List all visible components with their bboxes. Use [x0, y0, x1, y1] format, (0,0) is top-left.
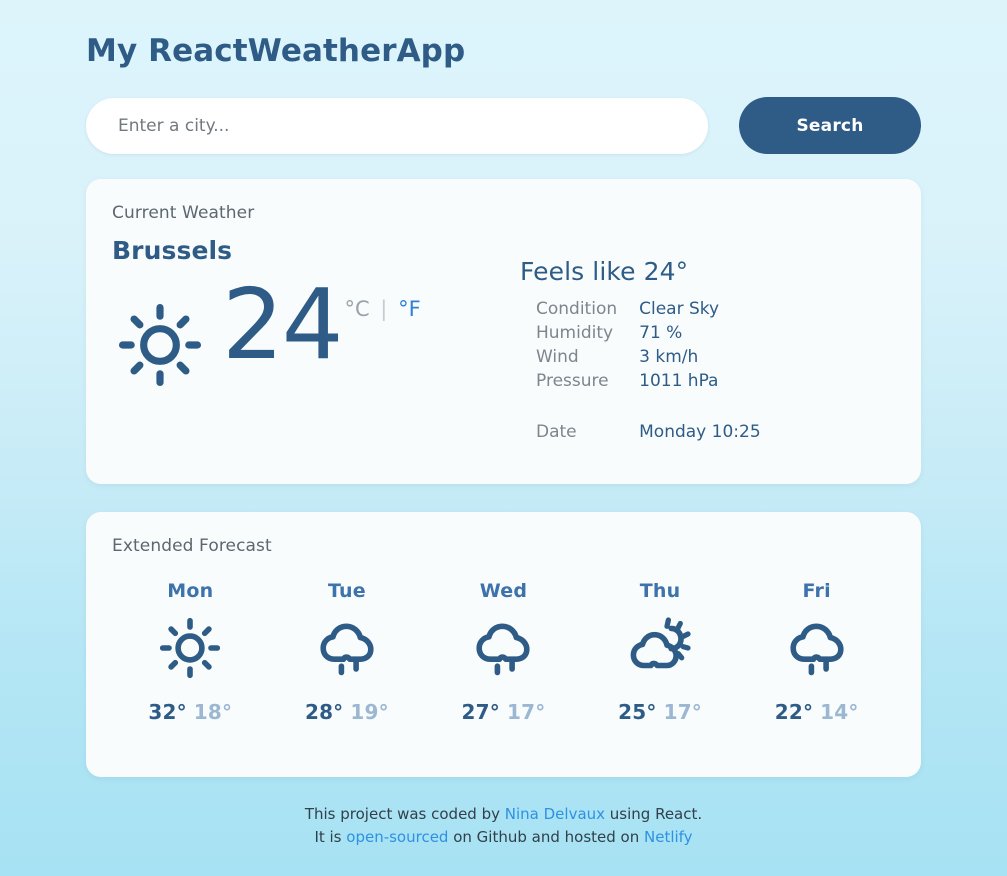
forecast-day-label: Tue — [327, 580, 366, 602]
forecast-temps: 22° 14° — [738, 700, 895, 724]
footer-text-mid: on Github and hosted on — [448, 827, 644, 846]
weather-app-page: My ReactWeatherApp Search Current Weathe… — [0, 0, 1007, 876]
current-weather-details: Feels like 24° Condition Clear Sky Humid… — [520, 223, 761, 444]
forecast-min-temp: 14° — [820, 700, 859, 724]
forecast-day-mon: Mon 32° 18° — [112, 580, 269, 724]
sun-behind-cloud-icon — [582, 612, 739, 684]
footer-line-2: It is open-sourced on Github and hosted … — [86, 826, 921, 849]
current-weather-card: Current Weather Brussels 24 °C | °F Feel… — [86, 179, 921, 484]
detail-value-wind: 3 km/h — [639, 347, 699, 367]
table-row: Humidity 71 % — [536, 321, 761, 345]
rain-cloud-icon — [738, 612, 895, 684]
unit-fahrenheit-link[interactable]: °F — [398, 297, 421, 321]
current-weather-label: Current Weather — [112, 203, 255, 223]
forecast-min-temp: 17° — [663, 700, 703, 724]
forecast-max-temp: 25° — [618, 700, 657, 724]
author-link[interactable]: Nina Delvaux — [505, 805, 605, 823]
current-weather-left: Brussels 24 °C | °F — [112, 223, 520, 393]
forecast-temps: 28° 19° — [269, 700, 426, 724]
rain-cloud-icon — [425, 612, 582, 684]
forecast-temps: 27° 17° — [425, 700, 582, 724]
rain-cloud-icon — [269, 612, 426, 684]
detail-key-condition: Condition — [536, 299, 618, 319]
footer: This project was coded by Nina Delvaux u… — [86, 803, 921, 848]
forecast-day-label: Mon — [167, 580, 214, 602]
weather-detail-table: Condition Clear Sky Humidity 71 % Wind 3… — [536, 297, 761, 444]
table-row: Pressure 1011 hPa — [536, 369, 761, 393]
footer-line-1: This project was coded by Nina Delvaux u… — [86, 803, 921, 826]
forecast-day-tue: Tue 28° 19° — [269, 580, 426, 724]
detail-key-humidity: Humidity — [536, 323, 614, 343]
detail-value-condition: Clear Sky — [639, 299, 720, 319]
search-input[interactable] — [86, 97, 708, 154]
forecast-day-thu: Thu 25° 17° — [582, 580, 739, 724]
forecast-day-wed: Wed 27° 17° — [425, 580, 582, 724]
city-name: Brussels — [112, 236, 233, 265]
current-temperature: 24 — [222, 268, 343, 381]
open-sourced-link[interactable]: open-sourced — [346, 828, 448, 846]
forecast-max-temp: 28° — [304, 700, 344, 724]
forecast-temps: 32° 18° — [112, 700, 269, 724]
sun-icon — [112, 297, 208, 393]
unit-celsius: °C — [344, 297, 370, 321]
detail-key-wind: Wind — [536, 347, 579, 367]
temperature-row: 24 °C | °F — [112, 268, 520, 393]
forecast-day-fri: Fri 22° 14° — [738, 580, 895, 724]
detail-key-date: Date — [536, 422, 577, 442]
table-row: Wind 3 km/h — [536, 345, 761, 369]
page-title: My ReactWeatherApp — [86, 33, 466, 69]
forecast-max-temp: 32° — [148, 700, 187, 724]
detail-key-pressure: Pressure — [536, 371, 609, 391]
forecast-day-label: Wed — [479, 580, 528, 602]
forecast-min-temp: 18° — [193, 700, 233, 724]
forecast-day-label: Thu — [639, 580, 681, 602]
search-button[interactable]: Search — [739, 97, 921, 154]
netlify-link[interactable]: Netlify — [644, 828, 693, 846]
forecast-min-temp: 19° — [350, 700, 389, 724]
search-bar: Search — [86, 97, 921, 154]
forecast-min-temp: 17° — [506, 700, 546, 724]
table-row: Date Monday 10:25 — [536, 393, 761, 444]
unit-separator: | — [380, 297, 388, 321]
unit-toggle: °C | °F — [344, 297, 420, 321]
current-weather-body: Brussels 24 °C | °F Feels like 24° Condi… — [112, 223, 895, 444]
detail-value-pressure: 1011 hPa — [639, 371, 719, 391]
detail-value-date: Monday 10:25 — [639, 422, 761, 442]
extended-forecast-label: Extended Forecast — [112, 536, 272, 556]
footer-text-itis: It is — [314, 827, 347, 846]
sun-icon — [112, 612, 269, 684]
forecast-temps: 25° 17° — [582, 700, 739, 724]
footer-text-pre: This project was coded by — [304, 805, 505, 823]
extended-forecast-card: Extended Forecast Mon 32° 18° Tue 28° 19… — [86, 512, 921, 777]
footer-text-post: using React. — [605, 805, 703, 823]
forecast-day-label: Fri — [802, 580, 831, 602]
table-row: Condition Clear Sky — [536, 297, 761, 321]
forecast-row: Mon 32° 18° Tue 28° 19° Wed 27° 17° Thu … — [112, 580, 895, 724]
detail-value-humidity: 71 % — [639, 323, 683, 343]
forecast-max-temp: 27° — [461, 700, 500, 724]
feels-like-text: Feels like 24° — [520, 257, 689, 286]
forecast-max-temp: 22° — [774, 700, 814, 724]
